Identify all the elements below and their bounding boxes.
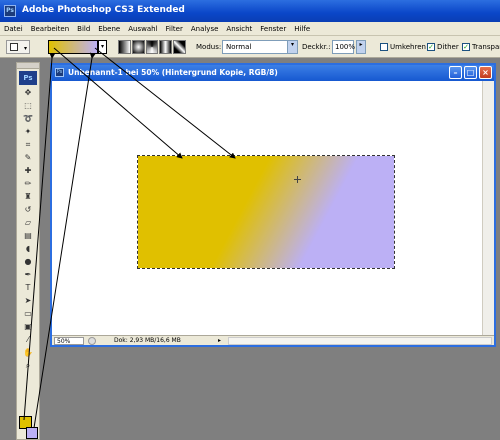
gradient-tool-icon bbox=[10, 43, 18, 51]
magic-wand-tool-icon[interactable]: ✦ bbox=[19, 126, 37, 138]
document-titlebar[interactable]: Ps Unbenannt-1 bei 50% (Hintergrund Kopi… bbox=[52, 65, 494, 81]
dodge-tool-icon[interactable]: ● bbox=[19, 256, 37, 268]
mode-select[interactable]: Normal ▾ bbox=[222, 40, 298, 54]
reflected-gradient-button[interactable] bbox=[159, 40, 173, 54]
menu-hilfe[interactable]: Hilfe bbox=[294, 25, 310, 33]
eraser-tool-icon[interactable]: ▱ bbox=[19, 217, 37, 229]
gradient-type-buttons bbox=[118, 40, 186, 54]
menu-ebene[interactable]: Ebene bbox=[98, 25, 120, 33]
type-tool-icon[interactable]: T bbox=[19, 282, 37, 294]
crosshair-cursor-icon bbox=[294, 176, 301, 183]
vertical-scrollbar[interactable] bbox=[482, 81, 494, 335]
document-window: Ps Unbenannt-1 bei 50% (Hintergrund Kopi… bbox=[50, 63, 496, 347]
options-bar: ▾ ▾ Modus: Normal ▾ Deckkr.: 100% ▸ Umke… bbox=[0, 36, 500, 58]
status-info-icon[interactable] bbox=[88, 337, 96, 345]
menu-fenster[interactable]: Fenster bbox=[260, 25, 286, 33]
document-icon: Ps bbox=[55, 68, 64, 77]
menu-auswahl[interactable]: Auswahl bbox=[128, 25, 157, 33]
app-title: Adobe Photoshop CS3 Extended bbox=[22, 5, 185, 15]
shape-tool-icon[interactable]: ▭ bbox=[19, 308, 37, 320]
angle-gradient-button[interactable] bbox=[145, 40, 159, 54]
crop-tool-icon[interactable]: ⌗ bbox=[19, 139, 37, 151]
zoom-tool-icon[interactable]: ⌕ bbox=[19, 360, 37, 372]
dither-checkbox[interactable]: ✓ bbox=[427, 43, 435, 51]
mode-value: Normal bbox=[226, 43, 252, 51]
menu-bar: Datei Bearbeiten Bild Ebene Auswahl Filt… bbox=[0, 22, 500, 36]
dither-label: Dither bbox=[437, 43, 459, 51]
mode-label: Modus: bbox=[196, 43, 222, 51]
gradient-picker-dropdown[interactable]: ▾ bbox=[98, 40, 107, 54]
history-brush-tool-icon[interactable]: ↺ bbox=[19, 204, 37, 216]
healing-brush-tool-icon[interactable]: ✚ bbox=[19, 165, 37, 177]
clone-stamp-tool-icon[interactable]: ♜ bbox=[19, 191, 37, 203]
document-title: Unbenannt-1 bei 50% (Hintergrund Kopie, … bbox=[68, 68, 278, 77]
photoshop-app-icon: Ps bbox=[4, 5, 16, 17]
gradient-selection bbox=[137, 155, 395, 269]
minimize-button[interactable]: – bbox=[449, 66, 462, 79]
opacity-slider-button[interactable]: ▸ bbox=[356, 40, 366, 54]
gradient-preview-swatch[interactable] bbox=[48, 40, 98, 54]
menu-datei[interactable]: Datei bbox=[4, 25, 23, 33]
linear-gradient-button[interactable] bbox=[118, 40, 131, 54]
path-selection-tool-icon[interactable]: ➤ bbox=[19, 295, 37, 307]
reverse-checkbox[interactable] bbox=[380, 43, 388, 51]
document-size-info: Dok: 2,93 MB/16,6 MB bbox=[114, 337, 181, 344]
diamond-gradient-button[interactable] bbox=[173, 40, 186, 54]
status-menu-arrow-icon[interactable]: ▸ bbox=[218, 337, 221, 344]
move-tool-icon[interactable]: ✥ bbox=[19, 87, 37, 99]
notes-tool-icon[interactable]: ▣ bbox=[19, 321, 37, 333]
pen-tool-icon[interactable]: ✒ bbox=[19, 269, 37, 281]
menu-analyse[interactable]: Analyse bbox=[191, 25, 219, 33]
menu-bearbeiten[interactable]: Bearbeiten bbox=[31, 25, 69, 33]
menu-filter[interactable]: Filter bbox=[166, 25, 183, 33]
zoom-level-field[interactable]: 50% bbox=[54, 337, 84, 345]
canvas[interactable] bbox=[52, 81, 482, 335]
lasso-tool-icon[interactable]: ➰ bbox=[19, 113, 37, 125]
chevron-down-icon: ▾ bbox=[287, 41, 297, 53]
radial-gradient-button[interactable] bbox=[131, 40, 145, 54]
menu-bild[interactable]: Bild bbox=[77, 25, 90, 33]
transparency-label: Transparenz bbox=[472, 43, 500, 51]
toolbox: Ps ✥ ⬚ ➰ ✦ ⌗ ✎ ✚ ✏ ♜ ↺ ▱ ▤ ◖ ● ✒ T ➤ ▭ ▣… bbox=[16, 62, 40, 440]
eyedropper-tool-icon[interactable]: ✎ bbox=[19, 152, 37, 164]
photoshop-logo: Ps bbox=[19, 71, 37, 85]
reverse-label: Umkehren bbox=[390, 43, 426, 51]
maximize-button[interactable]: □ bbox=[464, 66, 477, 79]
opacity-input[interactable]: 100% bbox=[332, 40, 355, 54]
opacity-label: Deckkr.: bbox=[302, 43, 331, 51]
app-titlebar: Ps Adobe Photoshop CS3 Extended bbox=[0, 0, 500, 22]
tool-preset-picker[interactable]: ▾ bbox=[6, 40, 30, 54]
toolbox-handle[interactable] bbox=[17, 63, 39, 69]
brush-tool-icon[interactable]: ✏ bbox=[19, 178, 37, 190]
eyedropper-tool-icon[interactable]: ⁄ bbox=[19, 334, 37, 346]
chevron-down-icon: ▾ bbox=[23, 45, 27, 52]
background-color-swatch[interactable] bbox=[26, 427, 38, 439]
horizontal-scrollbar[interactable] bbox=[228, 337, 492, 345]
marquee-tool-icon[interactable]: ⬚ bbox=[19, 100, 37, 112]
hand-tool-icon[interactable]: ✋ bbox=[19, 347, 37, 359]
close-button[interactable]: × bbox=[479, 66, 492, 79]
transparency-checkbox[interactable]: ✓ bbox=[462, 43, 470, 51]
blur-tool-icon[interactable]: ◖ bbox=[19, 243, 37, 255]
document-status-bar: 50% Dok: 2,93 MB/16,6 MB ▸ bbox=[52, 335, 494, 345]
menu-ansicht[interactable]: Ansicht bbox=[226, 25, 252, 33]
gradient-tool-icon[interactable]: ▤ bbox=[19, 230, 37, 242]
